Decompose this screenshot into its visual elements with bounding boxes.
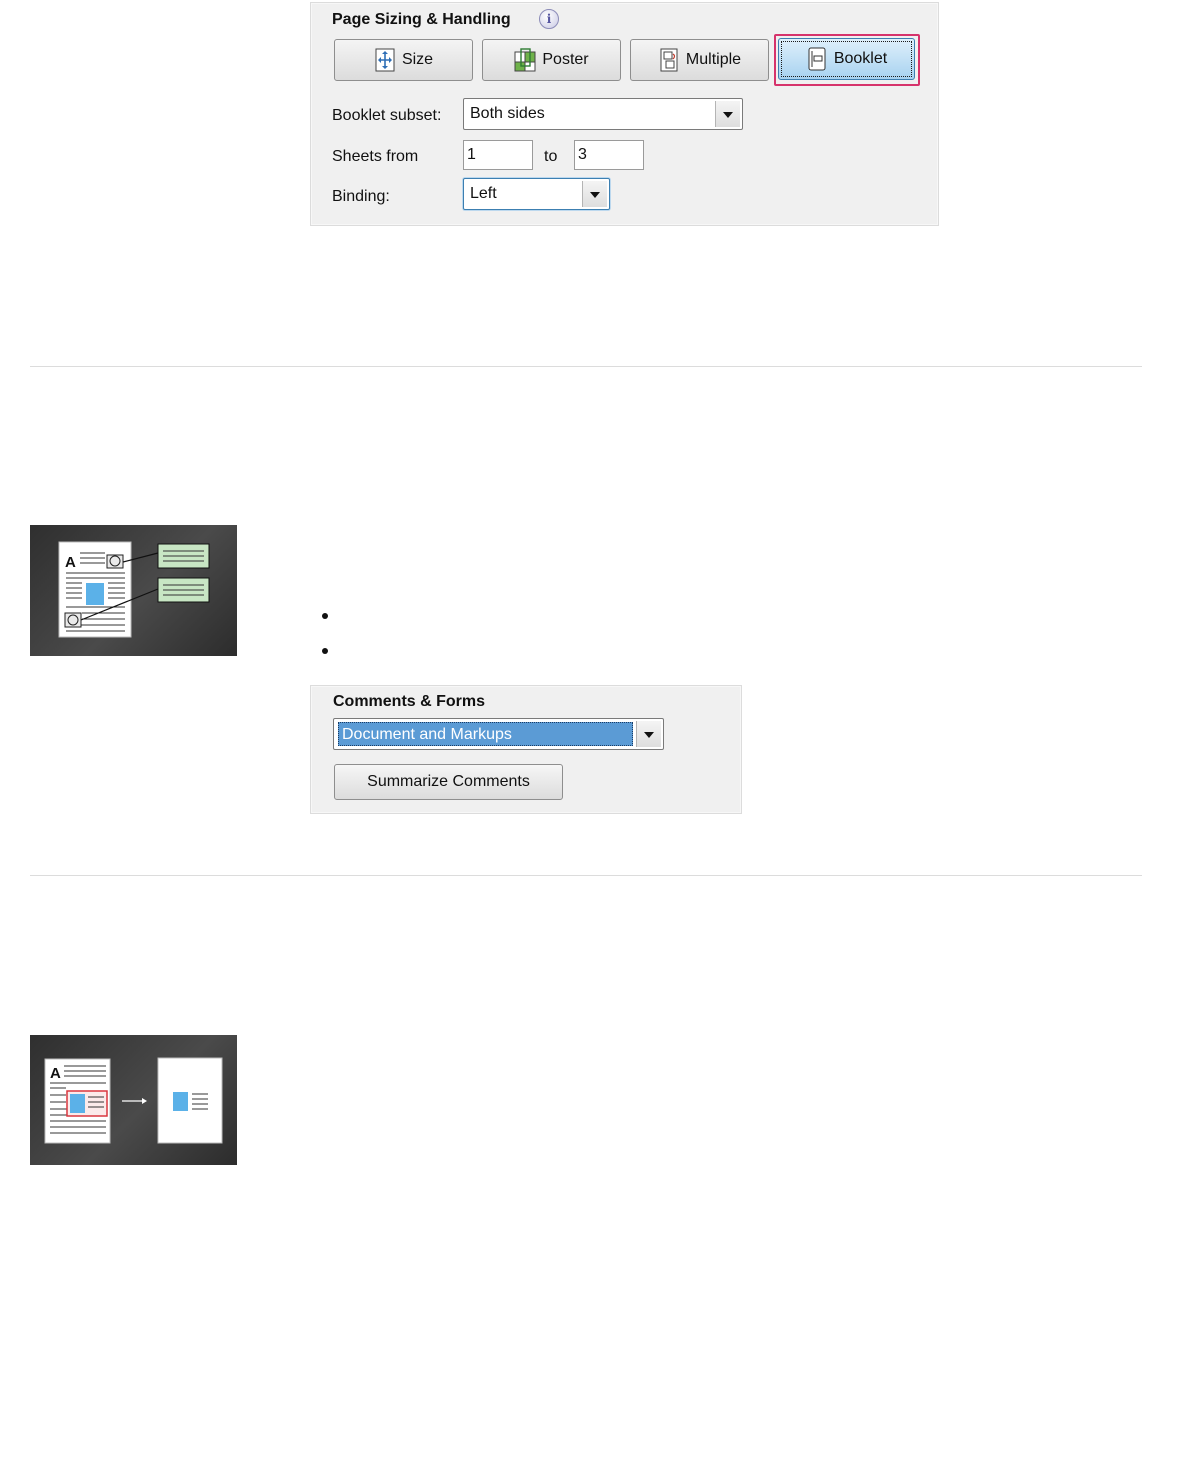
multiple-icon (660, 48, 678, 72)
comments-forms-select[interactable]: Document and Markups (333, 718, 664, 750)
info-icon[interactable]: i (539, 9, 559, 29)
comments-diagram-icon: A (58, 541, 210, 638)
section-divider (30, 366, 1142, 367)
size-icon (375, 48, 395, 72)
page-sizing-title: Page Sizing & Handling (332, 11, 511, 28)
binding-select[interactable]: Left (463, 178, 610, 210)
sheets-from-input[interactable]: 1 (463, 140, 533, 170)
print-selection-diagram-icon: A (44, 1057, 223, 1144)
comments-illustration: A (30, 525, 237, 656)
booklet-subset-label: Booklet subset: (332, 107, 442, 124)
sheets-to-input[interactable]: 3 (574, 140, 644, 170)
summarize-comments-button[interactable]: Summarize Comments (334, 764, 563, 800)
to-label: to (544, 148, 558, 165)
comments-forms-value: Document and Markups (338, 722, 633, 746)
comments-forms-panel: Comments & Forms Document and Markups Su… (310, 685, 742, 814)
page-letter: A (65, 554, 76, 571)
multiple-button[interactable]: Multiple (630, 39, 769, 81)
size-button-label: Size (401, 51, 434, 68)
booklet-button-label: Booklet (833, 50, 888, 67)
page-letter: A (50, 1065, 61, 1082)
section-divider (30, 875, 1142, 876)
booklet-button[interactable]: Booklet (778, 38, 915, 80)
multiple-button-label: Multiple (685, 51, 742, 68)
list-bullet (322, 648, 328, 654)
poster-button[interactable]: Poster (482, 39, 621, 81)
chevron-down-icon[interactable] (715, 101, 740, 127)
booklet-icon (808, 47, 826, 71)
poster-icon (514, 48, 536, 72)
print-selection-illustration: A (30, 1035, 237, 1165)
poster-button-label: Poster (542, 51, 589, 68)
size-button[interactable]: Size (334, 39, 473, 81)
booklet-subset-select[interactable]: Both sides (463, 98, 743, 130)
sheets-from-label: Sheets from (332, 148, 419, 165)
comments-forms-title: Comments & Forms (333, 693, 486, 710)
list-bullet (322, 613, 328, 619)
chevron-down-icon[interactable] (582, 181, 607, 207)
binding-label: Binding: (332, 188, 390, 205)
booklet-subset-value: Both sides (470, 105, 545, 122)
binding-value: Left (470, 185, 497, 202)
chevron-down-icon[interactable] (636, 721, 661, 747)
page-sizing-panel: Page Sizing & Handling i Size Poster Mul… (310, 2, 939, 226)
